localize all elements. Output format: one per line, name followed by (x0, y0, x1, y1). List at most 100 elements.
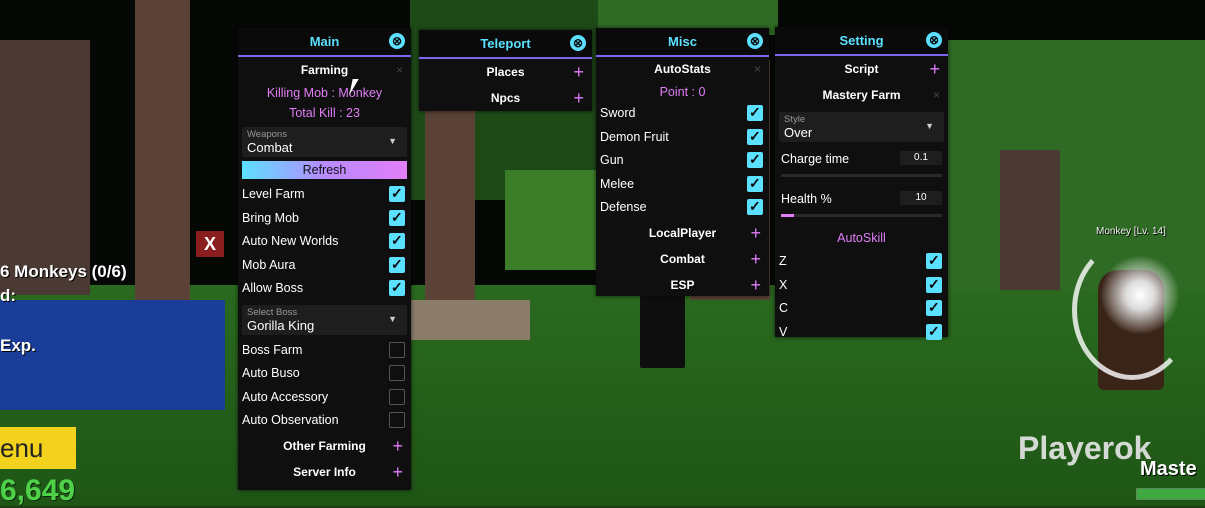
checkbox[interactable] (926, 320, 942, 343)
checkbox[interactable] (389, 229, 405, 253)
plus-icon[interactable]: + (573, 85, 584, 111)
checkbox[interactable] (389, 276, 405, 300)
quest-close-button[interactable]: X (196, 231, 224, 257)
checkbox[interactable] (389, 365, 405, 381)
section-localplayer[interactable]: LocalPlayer + (596, 220, 769, 246)
checkbox[interactable] (747, 125, 763, 148)
checkbox[interactable] (747, 148, 763, 172)
autoskill-label: AutoSkill (837, 231, 886, 245)
checkbox[interactable] (389, 341, 405, 358)
plus-icon[interactable]: + (750, 272, 761, 298)
toggle-label: Level Farm (242, 187, 305, 201)
weapons-dropdown[interactable]: Weapons Combat ▼ (242, 127, 407, 157)
toggle-label: Auto New Worlds (242, 234, 339, 248)
npc-label: Monkey [Lv. 14] (1096, 226, 1166, 237)
teleport-panel-header: Teleport ⊗ (419, 30, 592, 59)
close-icon[interactable]: ⊗ (389, 33, 405, 49)
close-icon[interactable]: ⊗ (747, 33, 763, 49)
checkbox[interactable] (926, 273, 942, 296)
toggle-skill-x[interactable]: X (775, 273, 948, 298)
checkbox[interactable] (389, 412, 405, 428)
toggle-auto-observation[interactable]: Auto Observation (238, 409, 411, 433)
toggle-bring-mob[interactable]: Bring Mob (238, 206, 411, 231)
refresh-button[interactable]: Refresh (242, 161, 407, 179)
section-autostats[interactable]: AutoStats × (596, 57, 769, 82)
checkbox[interactable] (389, 253, 405, 276)
collapse-icon[interactable]: × (754, 57, 761, 82)
toggle-melee[interactable]: Melee (596, 172, 769, 197)
toggle-auto-accessory[interactable]: Auto Accessory (238, 386, 411, 410)
plus-icon[interactable]: + (573, 59, 584, 85)
section-mastery-farm[interactable]: Mastery Farm × (775, 82, 948, 108)
section-script[interactable]: Script + (775, 56, 948, 82)
toggle-allow-boss[interactable]: Allow Boss (238, 276, 411, 301)
checkbox[interactable] (389, 182, 405, 206)
section-server-info[interactable]: Server Info + (238, 459, 411, 485)
toggle-sword[interactable]: Sword (596, 101, 769, 126)
checkbox[interactable] (389, 206, 405, 229)
style-dropdown[interactable]: Style Over ▼ (779, 112, 944, 142)
toggle-skill-z[interactable]: Z (775, 249, 948, 274)
checkbox[interactable] (926, 296, 942, 320)
setting-panel-title: Setting (839, 33, 884, 48)
slider-track[interactable] (781, 174, 942, 177)
section-label: Places (486, 65, 525, 79)
collapse-icon[interactable]: × (396, 57, 403, 83)
charge-time-slider[interactable]: Charge time 0.1 (775, 146, 948, 186)
checkbox[interactable] (926, 249, 942, 273)
slider-track[interactable] (781, 214, 942, 217)
toggle-demon-fruit[interactable]: Demon Fruit (596, 125, 769, 150)
section-npcs[interactable]: Npcs + (419, 85, 592, 111)
section-other-farming[interactable]: Other Farming + (238, 433, 411, 459)
toggle-label: Z (779, 254, 787, 268)
quest-reward-label: d: (0, 286, 17, 305)
teleport-panel-title: Teleport (480, 36, 531, 51)
toggle-label: Auto Accessory (242, 389, 329, 404)
style-dropdown-label: Style (784, 114, 806, 125)
toggle-skill-c[interactable]: C (775, 296, 948, 321)
plus-icon[interactable]: + (929, 56, 940, 82)
close-icon[interactable]: ⊗ (570, 35, 586, 51)
toggle-skill-v[interactable]: V (775, 320, 948, 345)
total-kill-label: Total Kill : 23 (289, 106, 360, 120)
health-slider[interactable]: Health % 10 (775, 186, 948, 226)
toggle-gun[interactable]: Gun (596, 148, 769, 173)
collapse-icon[interactable]: × (933, 82, 940, 108)
setting-panel-header: Setting ⊗ (775, 27, 948, 56)
slider-value[interactable]: 0.1 (900, 151, 942, 165)
slider-value[interactable]: 10 (900, 191, 942, 205)
toggle-mob-aura[interactable]: Mob Aura (238, 253, 411, 278)
killing-mob-label: Killing Mob : Monkey (266, 86, 383, 100)
quest-title: 6 Monkeys (0/6) (0, 262, 127, 281)
plus-icon[interactable]: + (392, 433, 403, 459)
section-farming[interactable]: Farming × (238, 57, 411, 83)
checkbox[interactable] (747, 172, 763, 195)
boss-dropdown-label: Select Boss (247, 306, 298, 318)
section-combat[interactable]: Combat + (596, 246, 769, 272)
section-esp[interactable]: ESP + (596, 272, 769, 298)
toggle-label: X (779, 277, 788, 292)
misc-panel: Misc ⊗ AutoStats × Point : 0 Sword Demon… (596, 28, 769, 296)
tree-trunk (135, 0, 190, 300)
money-counter: 6,649 (0, 474, 76, 507)
section-label: Script (844, 62, 879, 76)
checkbox[interactable] (747, 101, 763, 125)
plus-icon[interactable]: + (750, 246, 761, 272)
toggle-auto-buso[interactable]: Auto Buso (238, 362, 411, 386)
checkbox[interactable] (389, 388, 405, 405)
toggle-defense[interactable]: Defense (596, 195, 769, 220)
section-farming-label: Farming (300, 63, 349, 77)
setting-panel: Setting ⊗ Script + Mastery Farm × Style … (775, 27, 948, 343)
close-icon[interactable]: ⊗ (926, 32, 942, 48)
hit-flash (1100, 255, 1180, 335)
menu-button[interactable]: enu (0, 427, 76, 469)
main-panel: Main ⊗ Farming × Killing Mob : Monkey To… (238, 28, 411, 490)
section-places[interactable]: Places + (419, 59, 592, 85)
toggle-auto-new-worlds[interactable]: Auto New Worlds (238, 229, 411, 254)
checkbox[interactable] (747, 195, 763, 219)
boss-dropdown[interactable]: Select Boss Gorilla King ▼ (242, 304, 407, 335)
plus-icon[interactable]: + (392, 459, 403, 485)
toggle-level-farm[interactable]: Level Farm (238, 182, 411, 207)
plus-icon[interactable]: + (750, 220, 761, 246)
toggle-boss-farm[interactable]: Boss Farm (238, 339, 411, 363)
